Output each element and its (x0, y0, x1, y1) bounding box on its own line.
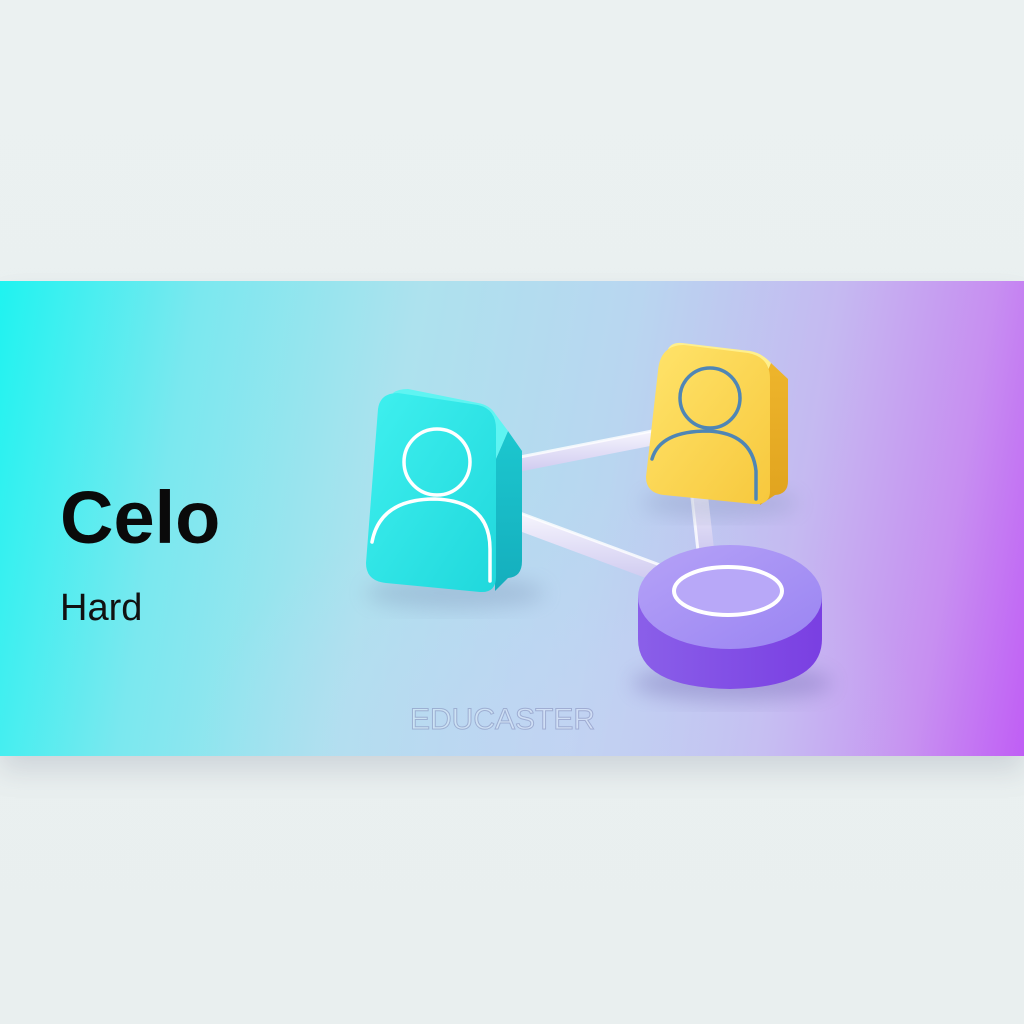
difficulty-label: Hard (60, 587, 143, 629)
brand-watermark: EDUCASTER (409, 703, 596, 736)
hub-node (632, 545, 832, 701)
page: Celo Hard EDUCASTER (0, 0, 1024, 1024)
course-title: Celo (60, 476, 221, 559)
ring-icon (672, 565, 784, 617)
user-node-right (642, 342, 798, 517)
user-node-left (365, 389, 545, 609)
connection-left-right (514, 429, 655, 472)
course-banner: Celo Hard EDUCASTER (0, 281, 1024, 756)
connection-left-hub (514, 511, 661, 581)
